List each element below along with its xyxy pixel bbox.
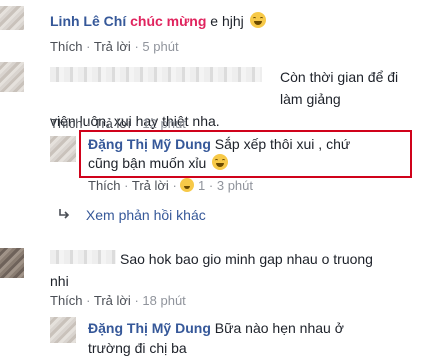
like-link[interactable]: Thích xyxy=(50,39,83,54)
avatar[interactable] xyxy=(50,136,76,162)
view-more-replies[interactable]: Xem phản hồi khác xyxy=(58,207,206,223)
avatar[interactable] xyxy=(50,317,76,343)
reply-body: Đặng Thị Mỹ Dung Sắp xếp thôi xui , chứ … xyxy=(88,135,408,173)
timestamp[interactable]: 5 phút xyxy=(142,39,178,54)
comment-text: e hjhj xyxy=(210,13,244,29)
reply-author[interactable]: Đặng Thị Mỹ Dung xyxy=(88,136,211,152)
timestamp[interactable]: 3 phút xyxy=(217,178,253,193)
reply-text-line1: Sắp xếp thôi xui , chứ xyxy=(214,136,351,152)
reply-arrow-icon xyxy=(58,207,72,223)
comment-text-line1: Còn thời gian để đi làm giảng xyxy=(280,69,399,107)
laughing-face-icon xyxy=(212,154,229,170)
separator: · xyxy=(86,293,91,308)
reply-text-line1: Bữa nào hẹn nhau ở xyxy=(214,320,344,336)
reply-actions: Thích · Trả lời · 1 · 3 phút xyxy=(88,178,253,193)
separator: · xyxy=(208,178,214,193)
reply-link[interactable]: Trả lời xyxy=(94,116,131,131)
reaction-haha-icon[interactable] xyxy=(180,178,195,192)
comment-1-body: Linh Lê Chí chúc mừng e hjhj xyxy=(50,12,420,29)
comment-2-actions: Thích · Trả lời · 12 phút xyxy=(50,116,186,131)
timestamp[interactable]: 18 phút xyxy=(142,293,185,308)
reply-author[interactable]: Đặng Thị Mỹ Dung xyxy=(88,320,211,336)
separator: · xyxy=(134,116,139,131)
comment-text-line1: Sao hok bao gio minh gap nhau o truong xyxy=(120,251,373,267)
like-link[interactable]: Thích xyxy=(50,293,83,308)
avatar[interactable] xyxy=(0,62,24,92)
reply-text-line2: cũng bận muốn xỉu xyxy=(88,155,207,171)
separator: · xyxy=(86,116,91,131)
comment-3-body: Sao hok bao gio minh gap nhau o truong n… xyxy=(50,248,420,292)
avatar[interactable] xyxy=(0,248,24,278)
separator: · xyxy=(86,39,91,54)
reaction-count[interactable]: 1 xyxy=(198,178,205,193)
reply-link[interactable]: Trả lời xyxy=(94,293,131,308)
reply-link[interactable]: Trả lời xyxy=(132,178,169,193)
comment-text-line2: nhi xyxy=(50,273,69,289)
comment-1-actions: Thích · Trả lời · 5 phút xyxy=(50,39,179,54)
separator: · xyxy=(134,39,139,54)
separator: · xyxy=(172,178,177,193)
avatar[interactable] xyxy=(0,6,24,30)
separator: · xyxy=(124,178,129,193)
reply-link[interactable]: Trả lời xyxy=(94,39,131,54)
reply-2-body: Đặng Thị Mỹ Dung Bữa nào hẹn nhau ở trườ… xyxy=(88,318,408,358)
view-more-replies-label[interactable]: Xem phản hồi khác xyxy=(86,207,206,223)
comment-author[interactable]: Linh Lê Chí xyxy=(50,13,126,29)
like-link[interactable]: Thích xyxy=(50,116,83,131)
comment-tag[interactable]: chúc mừng xyxy=(130,13,206,29)
timestamp[interactable]: 12 phút xyxy=(142,116,185,131)
comment-3-actions: Thích · Trả lời · 18 phút xyxy=(50,293,186,308)
reply-text-line2: trường đi chị ba xyxy=(88,340,187,356)
laughing-face-icon xyxy=(249,12,266,28)
like-link[interactable]: Thích xyxy=(88,178,121,193)
separator: · xyxy=(134,293,139,308)
